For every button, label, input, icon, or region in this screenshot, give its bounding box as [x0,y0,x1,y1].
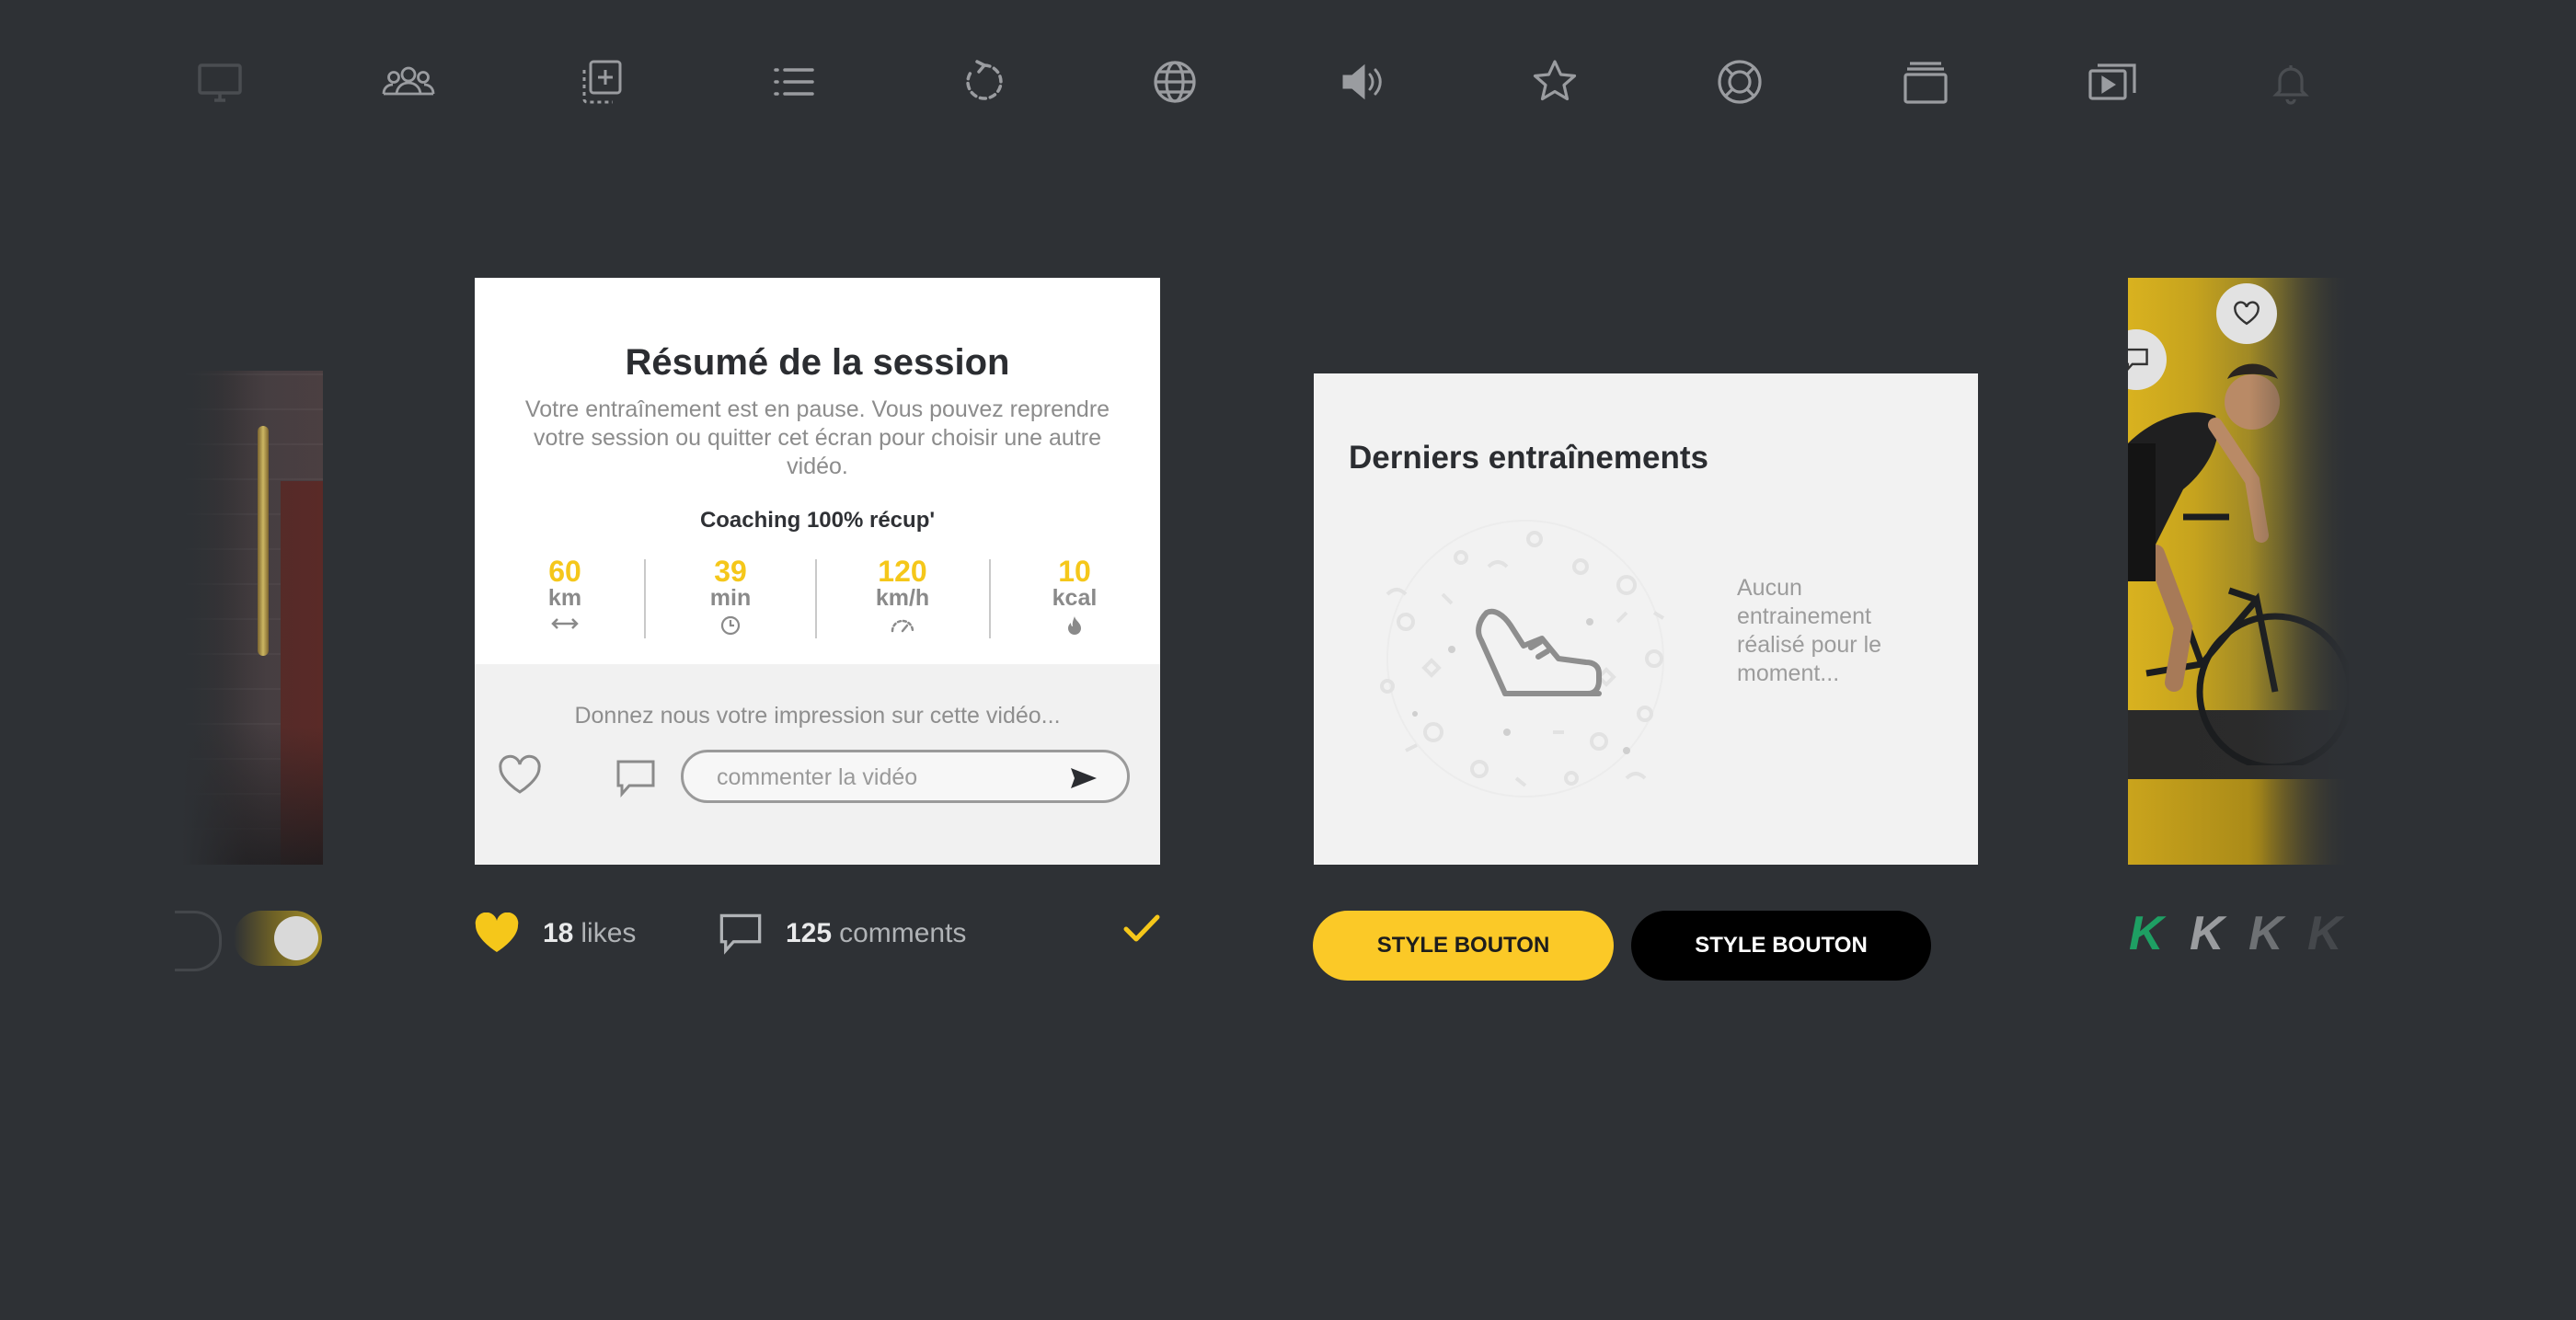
heart-filled-icon [475,913,519,952]
stat-value: 39 [714,555,747,588]
comment-input[interactable] [715,752,1059,802]
brand-k-logo: K [2248,907,2283,960]
toggle-switch-on[interactable] [234,911,322,966]
globe-icon[interactable] [1141,48,1209,116]
users-icon[interactable] [374,48,443,116]
stat-value: 120 [878,555,927,588]
brand-k-logo: K [2190,907,2225,960]
brand-k-logo: K [2129,907,2164,960]
feedback-section: Donnez nous votre impression sur cette v… [475,664,1160,865]
flame-icon [1019,614,1130,638]
stat-unit: min [709,585,752,611]
checkmark-icon[interactable] [1122,913,1160,949]
empty-trainings-text: Aucun entrainement réalisé pour le momen… [1737,575,1882,686]
session-title: Résumé de la session [625,342,1010,383]
stat-speed: 120 km/h [847,556,958,638]
stat-divider [815,559,817,638]
playlist-icon[interactable] [2078,48,2146,116]
sneaker-confetti-illustration [1380,520,1665,798]
brand-k-logo: K [2307,907,2342,960]
session-summary-card: Résumé de la session Votre entraînement … [475,278,1160,865]
stat-unit: km [547,585,582,611]
clock-icon [675,614,786,638]
like-heart-icon[interactable] [497,754,543,797]
stat-duration: 39 min [675,556,786,638]
toggle-switch-off[interactable] [175,911,222,971]
add-copy-icon[interactable] [568,48,636,116]
next-video-thumbnail[interactable] [2128,278,2349,865]
heart-icon [2234,301,2260,326]
stack-icon[interactable] [1892,48,1960,116]
list-icon[interactable] [760,48,828,116]
session-description: Votre entraînement est en pause. Vous po… [524,396,1110,479]
stat-value: 10 [1058,555,1091,588]
star-icon[interactable] [1521,48,1589,116]
monitor-icon[interactable] [186,48,254,116]
comments-label: comments [839,918,967,948]
send-icon[interactable] [1070,766,1098,790]
stat-divider [644,559,646,638]
favorite-heart-button[interactable] [2216,283,2277,344]
likes-count: 18 [543,918,574,948]
speed-gauge-icon [847,614,958,638]
coaching-name: Coaching 100% récup' [699,508,936,533]
likes-counter[interactable]: 18 likes [473,906,636,961]
comment-bubble-icon [719,913,762,955]
likes-label: likes [581,918,637,948]
style-button-yellow[interactable]: STYLE BOUTON [1313,911,1614,981]
stat-calories: 10 kcal [1019,556,1130,638]
style-button-black[interactable]: STYLE BOUTON [1631,911,1931,981]
distance-arrows-icon [510,614,620,638]
bell-icon[interactable] [2257,48,2325,116]
stat-unit: km/h [875,585,930,611]
toggle-knob [274,916,318,960]
previous-video-thumbnail[interactable] [182,371,323,865]
comments-count: 125 [786,918,833,948]
recent-trainings-card: Derniers entraînements Aucun entrainemen… [1314,373,1978,865]
comment-bubble-icon[interactable] [615,758,657,798]
comments-counter[interactable]: 125 comments [718,906,966,961]
volume-icon[interactable] [1328,48,1397,116]
stat-divider [989,559,991,638]
comment-input-field[interactable] [681,750,1130,803]
feedback-prompt: Donnez nous votre impression sur cette v… [574,703,1061,729]
stat-value: 60 [548,555,581,588]
stat-unit: kcal [1052,585,1098,611]
refresh-icon[interactable] [950,48,1018,116]
stat-distance: 60 km [510,556,620,638]
lifebuoy-icon[interactable] [1706,48,1774,116]
comment-bubble-icon [2128,348,2148,372]
trainings-title: Derniers entraînements [1349,440,1708,476]
